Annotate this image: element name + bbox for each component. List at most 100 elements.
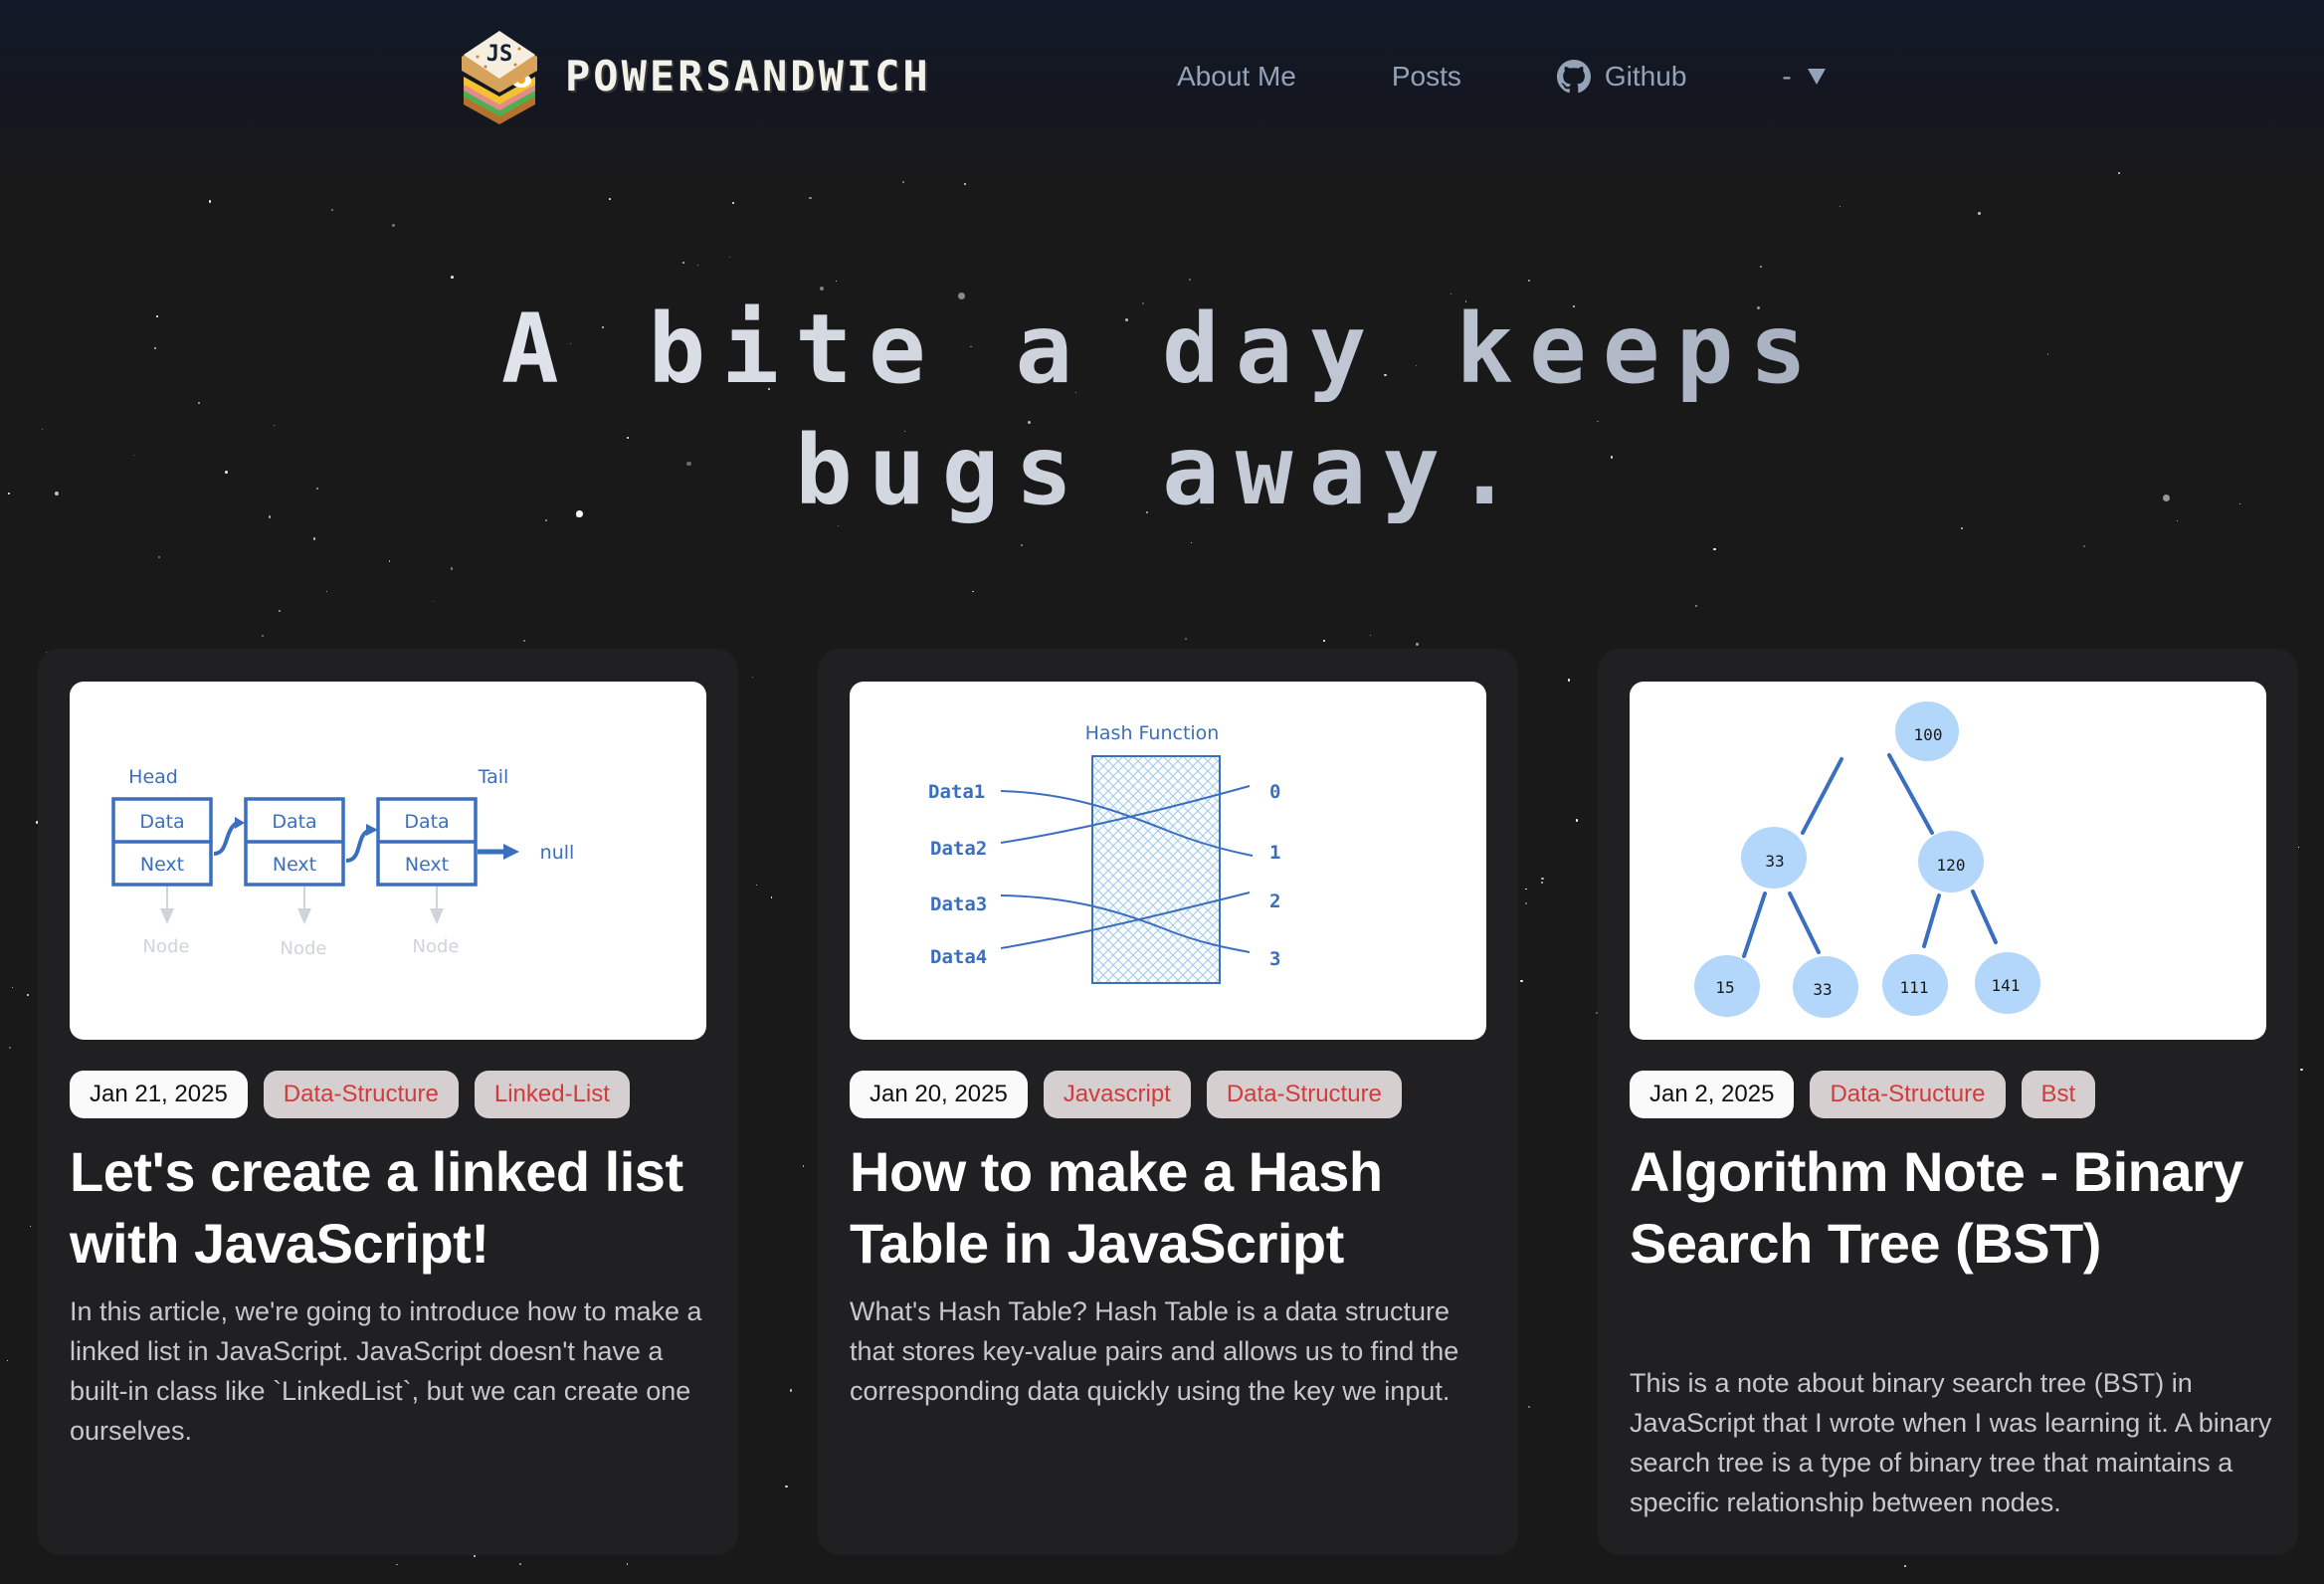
bst-node-label: 100 xyxy=(1914,725,1943,744)
star xyxy=(262,634,264,637)
tag-chip[interactable]: Javascript xyxy=(1043,1071,1191,1118)
head-label: Head xyxy=(128,766,178,788)
hash-function-label: Hash Function xyxy=(1085,722,1220,744)
star xyxy=(1323,640,1326,642)
dropdown-value: - xyxy=(1782,61,1792,92)
main-nav: About Me Posts Github - xyxy=(1177,50,1826,103)
star xyxy=(325,590,327,593)
post-card[interactable]: Head Tail Data Next Data Next Data Next … xyxy=(38,649,738,1555)
post-date: Jan 21, 2025 xyxy=(70,1071,248,1118)
post-description: This is a note about binary search tree … xyxy=(1630,1368,2272,1517)
star xyxy=(756,885,758,887)
post-description: What's Hash Table? Hash Table is a data … xyxy=(850,1296,1459,1406)
post-description: In this article, we're going to introduc… xyxy=(70,1296,702,1446)
nav-posts[interactable]: Posts xyxy=(1392,61,1461,93)
star xyxy=(752,676,754,678)
post-title[interactable]: Algorithm Note - Binary Search Tree (BST… xyxy=(1630,1136,2276,1280)
brand-name: POWERSANDWICH xyxy=(565,51,931,100)
star xyxy=(1416,642,1419,646)
svg-text:Node: Node xyxy=(413,936,460,957)
star xyxy=(312,537,316,540)
post-meta: Jan 20, 2025 Javascript Data-Structure xyxy=(850,1071,1402,1118)
nav-github[interactable]: Github xyxy=(1556,60,1687,94)
star xyxy=(2082,544,2086,548)
star xyxy=(11,987,14,989)
star xyxy=(1189,279,1192,282)
hero-line-1: A bite a day keeps xyxy=(0,289,2324,410)
star xyxy=(1021,543,1024,546)
post-date: Jan 20, 2025 xyxy=(850,1071,1028,1118)
star xyxy=(279,610,282,613)
post-meta: Jan 21, 2025 Data-Structure Linked-List xyxy=(70,1071,630,1118)
post-thumbnail[interactable]: 100 33 120 15 33 111 141 xyxy=(1630,682,2266,1040)
bst-diagram: 100 33 120 15 33 111 141 xyxy=(1694,701,2040,1018)
svg-text:3: 3 xyxy=(1269,948,1280,970)
tag-chip[interactable]: Linked-List xyxy=(474,1071,630,1118)
star xyxy=(29,1225,32,1228)
tag-chip[interactable]: Data-Structure xyxy=(263,1071,459,1118)
github-icon xyxy=(1556,60,1591,94)
post-title[interactable]: How to make a Hash Table in JavaScript xyxy=(850,1136,1496,1280)
star xyxy=(1541,877,1544,881)
post-thumbnail[interactable]: Hash Function Data1 Data2 Data3 Data4 0 … xyxy=(850,682,1486,1040)
star xyxy=(433,600,435,602)
bst-node-label: 33 xyxy=(1765,852,1784,871)
theme-dropdown[interactable]: - xyxy=(1782,61,1826,93)
post-title[interactable]: Let's create a linked list with JavaScri… xyxy=(70,1136,716,1280)
star xyxy=(1370,634,1372,636)
svg-text:JS: JS xyxy=(486,42,513,67)
hero-tagline: A bite a day keeps bugs away. xyxy=(0,289,2324,531)
svg-text:Next: Next xyxy=(405,854,449,876)
star xyxy=(681,262,684,265)
svg-text:Next: Next xyxy=(273,854,316,876)
star xyxy=(1759,265,1762,268)
tag-chip[interactable]: Data-Structure xyxy=(1810,1071,2006,1118)
star xyxy=(1978,212,1981,215)
post-meta: Jan 2, 2025 Data-Structure Bst xyxy=(1630,1071,2096,1118)
nav-github-label: Github xyxy=(1604,61,1687,92)
star xyxy=(8,1046,11,1049)
star xyxy=(835,280,838,283)
bst-node-label: 141 xyxy=(1992,976,2021,995)
star xyxy=(1190,541,1192,544)
star xyxy=(728,256,730,259)
svg-text:Next: Next xyxy=(140,854,184,876)
post-card[interactable]: Hash Function Data1 Data2 Data3 Data4 0 … xyxy=(818,649,1518,1555)
svg-text:Data3: Data3 xyxy=(930,893,987,915)
svg-text:Data4: Data4 xyxy=(930,946,987,968)
svg-text:Data1: Data1 xyxy=(928,781,985,803)
brand-home-link[interactable]: JS POWERSANDWICH xyxy=(456,26,931,125)
js-sandwich-logo-icon: JS xyxy=(462,31,537,124)
site-header: JS POWERSANDWICH About Me Posts Github - xyxy=(0,0,2324,171)
hash-function-box xyxy=(1091,755,1221,984)
hash-function-diagram: Hash Function Data1 Data2 Data3 Data4 0 … xyxy=(928,722,1280,984)
tag-chip[interactable]: Bst xyxy=(2021,1071,2096,1118)
svg-text:Data: Data xyxy=(139,811,184,833)
star xyxy=(901,181,904,184)
star xyxy=(963,182,966,185)
star xyxy=(809,196,812,200)
caret-down-icon xyxy=(1807,69,1826,85)
star xyxy=(697,265,699,267)
post-thumbnail[interactable]: Head Tail Data Next Data Next Data Next … xyxy=(70,682,706,1040)
svg-text:Node: Node xyxy=(143,936,190,957)
star xyxy=(330,208,334,211)
svg-text:1: 1 xyxy=(1269,842,1280,864)
star xyxy=(627,1563,629,1565)
nav-about-me[interactable]: About Me xyxy=(1177,61,1296,93)
star xyxy=(1713,547,1716,551)
tail-label: Tail xyxy=(478,766,509,788)
star xyxy=(1575,818,1579,822)
tag-chip[interactable]: Data-Structure xyxy=(1206,1071,1402,1118)
star xyxy=(396,1563,398,1566)
bst-node-label: 111 xyxy=(1900,978,1929,997)
svg-text:2: 2 xyxy=(1269,891,1280,912)
star xyxy=(389,560,391,562)
star xyxy=(2300,1068,2303,1071)
bst-node-label: 120 xyxy=(1937,856,1966,875)
svg-text:Data: Data xyxy=(404,811,449,833)
post-card[interactable]: 100 33 120 15 33 111 141 Jan 2, 2025 Dat… xyxy=(1598,649,2298,1555)
star xyxy=(1525,888,1527,891)
star xyxy=(158,556,161,559)
star xyxy=(1541,882,1544,885)
